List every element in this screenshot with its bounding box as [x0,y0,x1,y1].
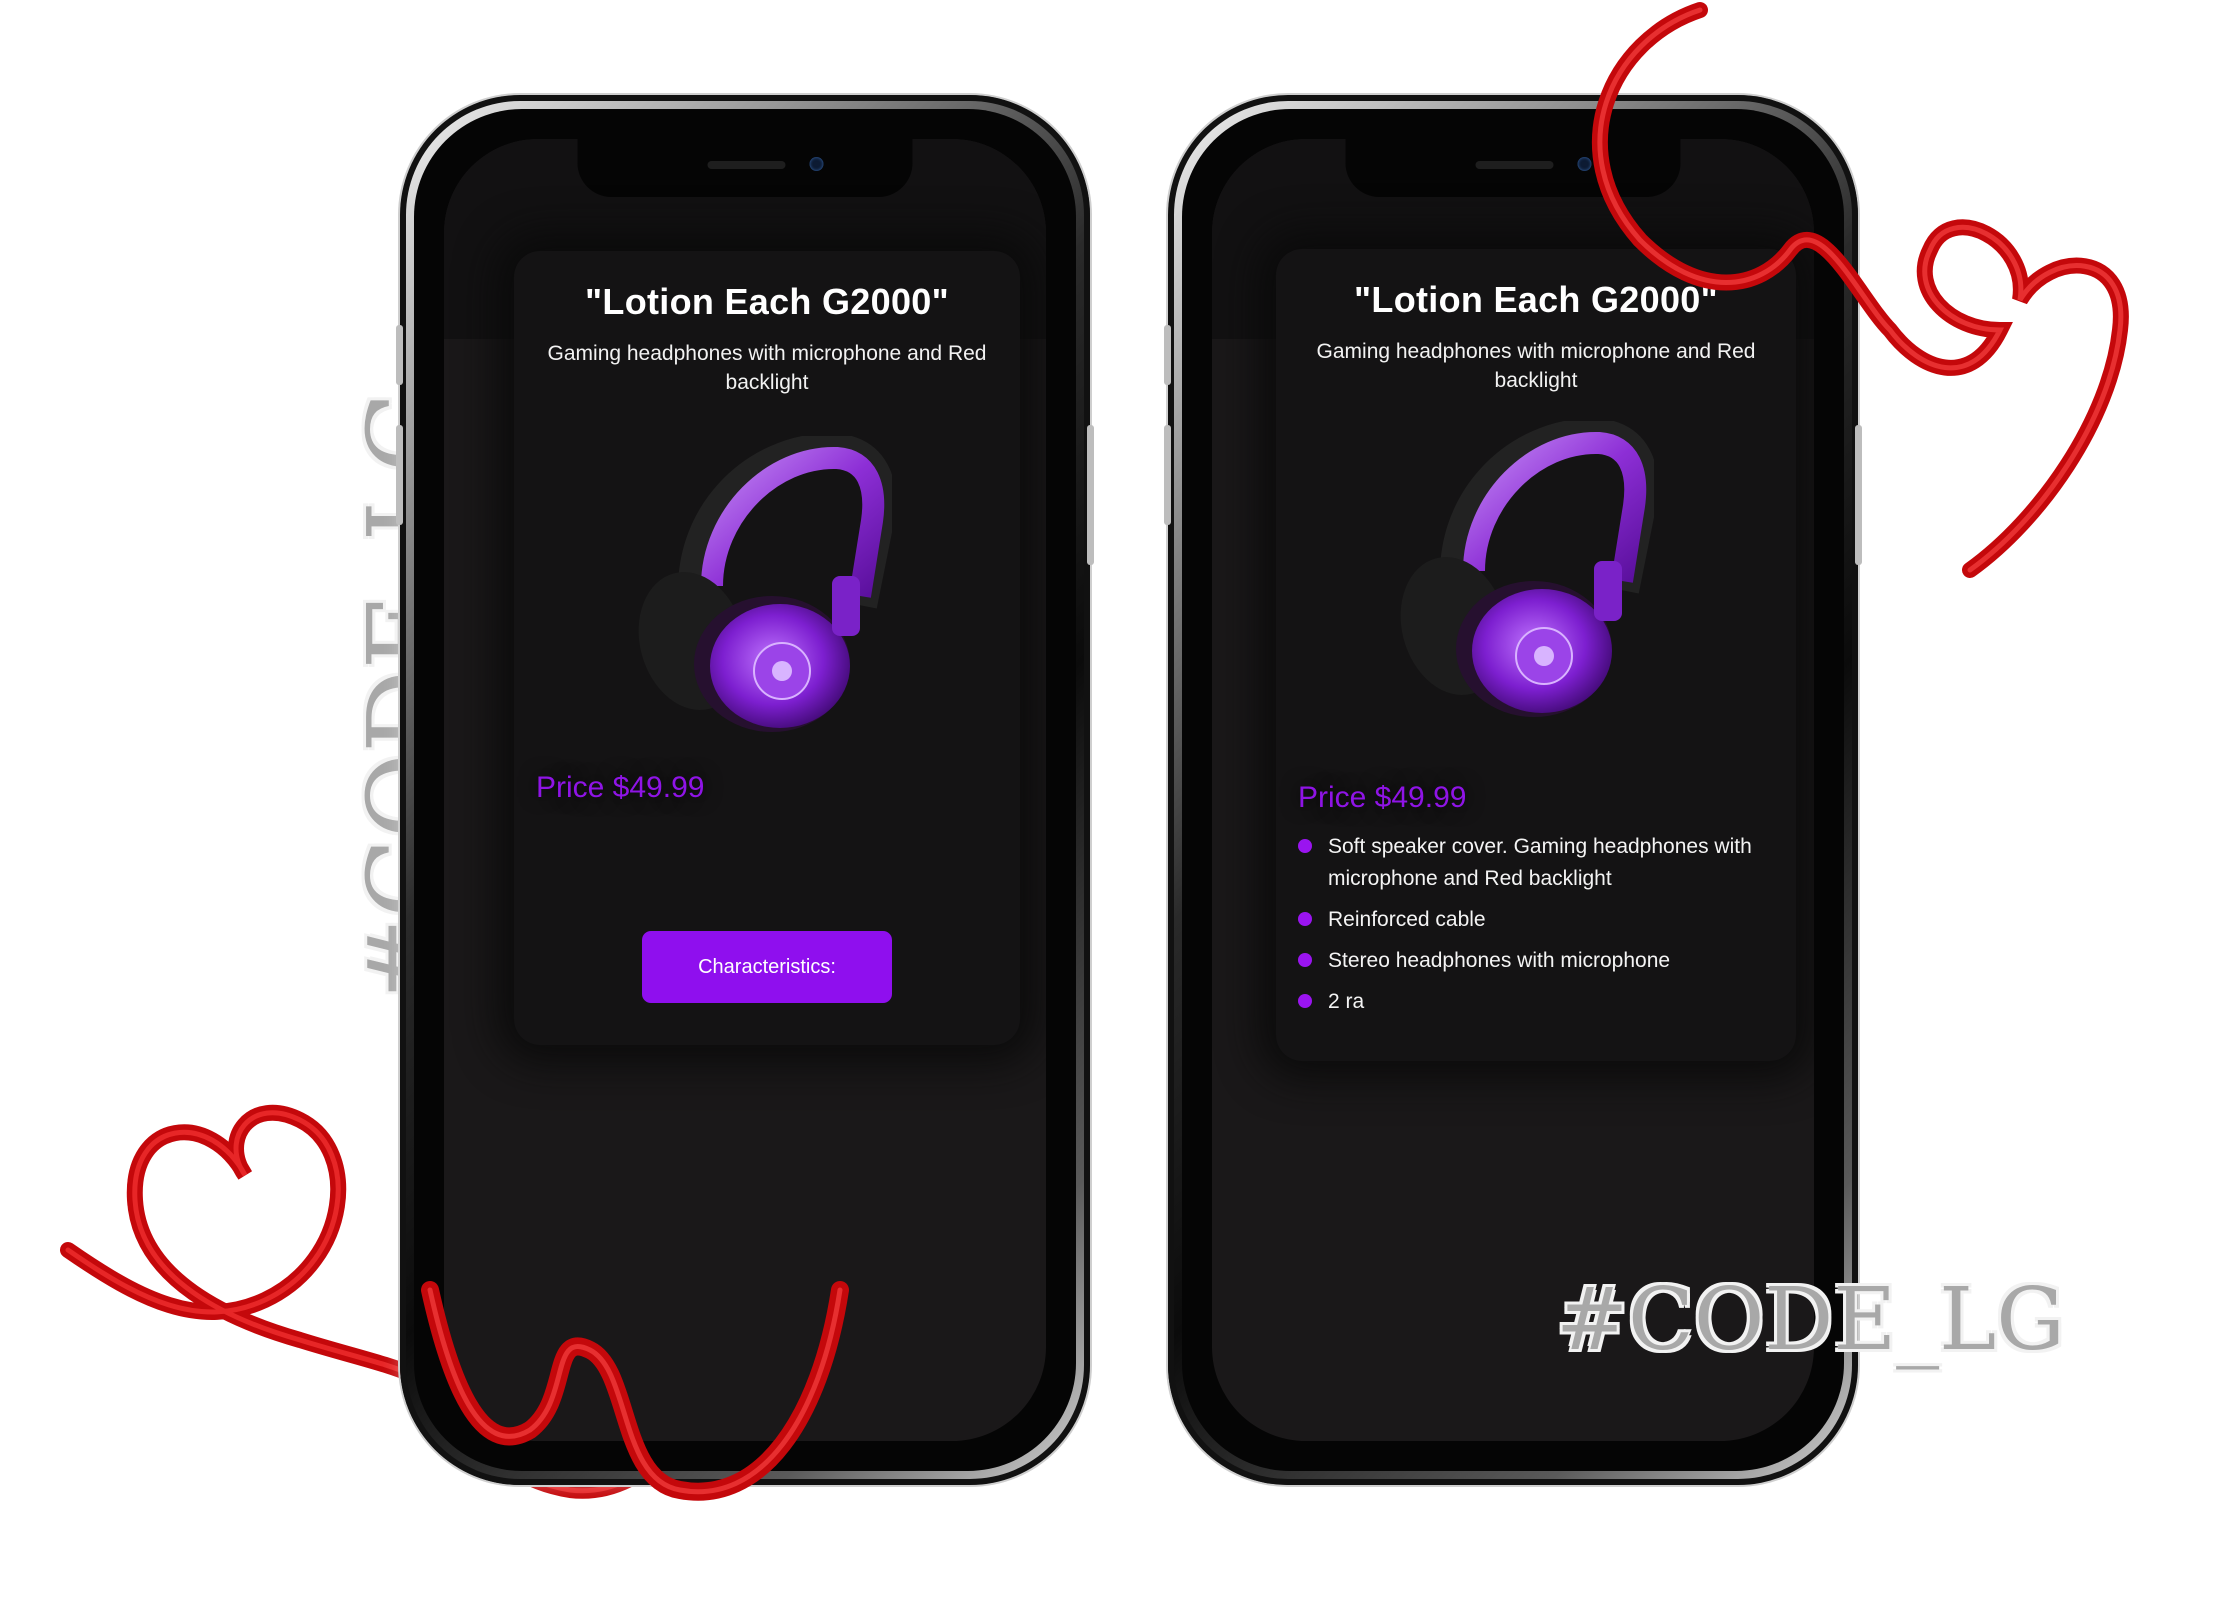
list-item: Soft speaker cover. Gaming headphones wi… [1298,831,1756,895]
product-title: "Lotion Each G2000" [585,281,949,322]
phone-notch [577,139,913,197]
watermark-horizontal: #CODE_LG [1556,1270,2065,1370]
speaker-grille [707,161,786,169]
product-subtitle: Gaming headphones with microphone and Re… [547,342,987,394]
list-item: Reinforced cable [1298,904,1756,936]
phone-screen: "Lotion Each G2000" Gaming headphones wi… [444,139,1046,1441]
speaker-grille [1475,161,1554,169]
side-button [396,425,403,525]
product-price: Price $49.99 [1298,781,1467,814]
product-card: "Lotion Each G2000" Gaming headphones wi… [514,251,1020,1045]
side-button [1164,425,1171,525]
characteristic-text: Stereo headphones with microphone [1328,949,1671,972]
characteristics-list: Soft speaker cover. Gaming headphones wi… [1298,831,1756,1027]
list-item: 2 ra [1298,986,1756,1018]
product-subtitle: Gaming headphones with microphone and Re… [1316,340,1756,392]
side-button [1164,325,1171,385]
characteristics-button[interactable]: Characteristics: [642,931,892,1003]
front-camera-icon [809,157,824,171]
stage: #CODE_LG "Lotion Each G2000" Gaming head… [0,0,2232,1599]
side-button [396,325,403,385]
front-camera-icon [1577,157,1592,171]
side-button [1087,425,1094,565]
characteristic-text: Soft speaker cover. Gaming headphones wi… [1328,835,1752,890]
phone-screen: "Lotion Each G2000" Gaming headphones wi… [1212,139,1814,1441]
product-price: Price $49.99 [536,771,705,804]
characteristic-text: 2 ra [1328,990,1365,1013]
bullet-icon [1298,912,1312,926]
headphones-image [1400,421,1654,717]
product-card: "Lotion Each G2000" Gaming headphones wi… [1276,249,1796,1061]
bullet-icon [1298,994,1312,1008]
bullet-icon [1298,839,1312,853]
list-item: Stereo headphones with microphone [1298,945,1756,977]
characteristic-text: Reinforced cable [1328,908,1486,931]
phone-left: "Lotion Each G2000" Gaming headphones wi… [396,95,1094,1485]
phone-bezel: "Lotion Each G2000" Gaming headphones wi… [1182,109,1844,1471]
product-title: "Lotion Each G2000" [1354,279,1718,320]
bullet-icon [1298,953,1312,967]
phone-notch [1345,139,1681,197]
headphones-image [638,436,892,732]
side-button [1855,425,1862,565]
phone-bezel: "Lotion Each G2000" Gaming headphones wi… [414,109,1076,1471]
